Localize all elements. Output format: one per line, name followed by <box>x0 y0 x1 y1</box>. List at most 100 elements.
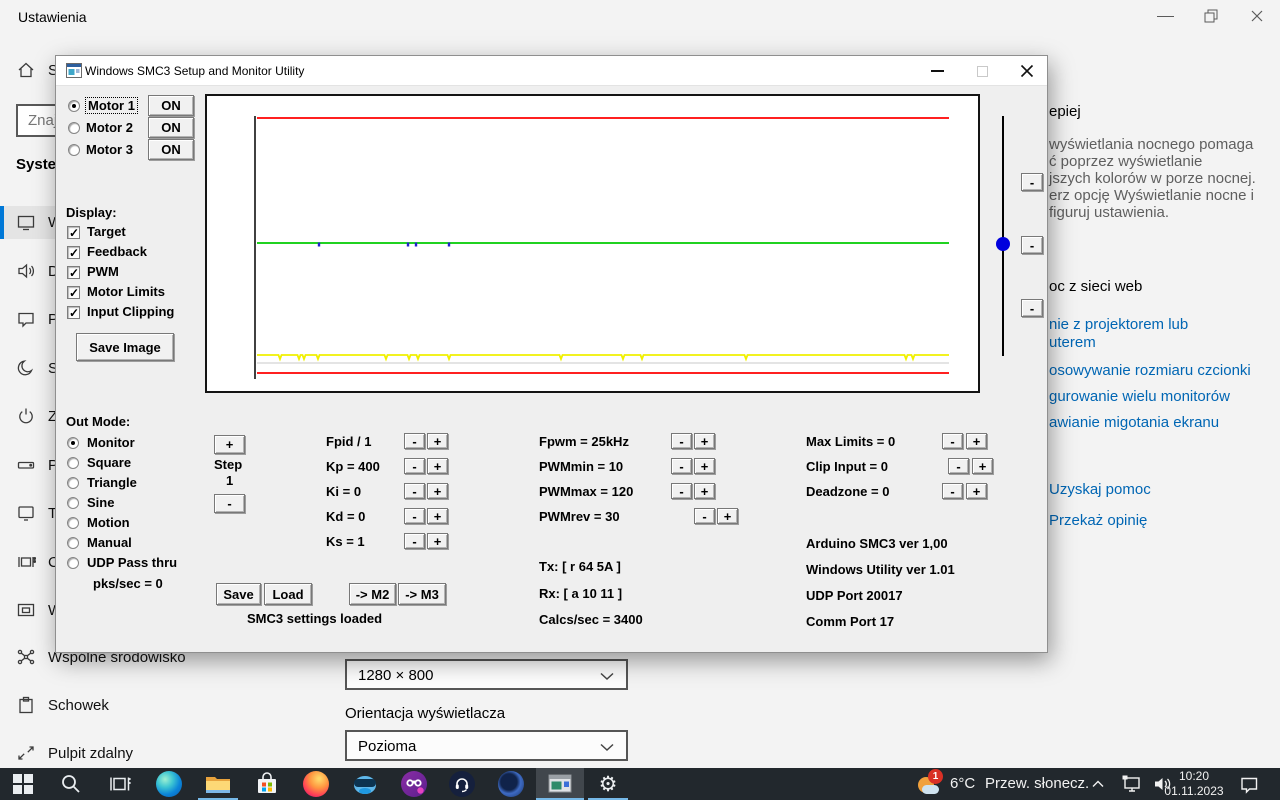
mode-square-radio[interactable] <box>67 457 79 469</box>
task-view-button[interactable] <box>100 768 140 800</box>
motor1-on-button[interactable]: ON <box>148 95 194 116</box>
pwmrev-plus-button[interactable]: + <box>717 508 738 524</box>
mode-sine-radio[interactable] <box>67 497 79 509</box>
taskbar-headset-app-button[interactable] <box>442 768 482 800</box>
smc3-titlebar[interactable]: Windows SMC3 Setup and Monitor Utility <box>56 56 1047 86</box>
orientation-value: Pozioma <box>358 738 416 755</box>
taskbar-store-button[interactable] <box>247 768 287 800</box>
max-limits-minus-button[interactable]: - <box>942 433 963 449</box>
help-link-fragment[interactable]: awianie migotania ekranu <box>1049 414 1219 431</box>
motor3-radio[interactable] <box>68 144 80 156</box>
weather-badge: 1 <box>928 769 943 784</box>
pwmmax-plus-button[interactable]: + <box>694 483 715 499</box>
max-limits-plus-button[interactable]: + <box>966 433 987 449</box>
tray-overflow-chevron[interactable] <box>1085 768 1111 800</box>
kd-plus-button[interactable]: + <box>427 508 448 524</box>
ki-minus-button[interactable]: - <box>404 483 425 499</box>
settings-minimize-button[interactable] <box>1142 0 1188 32</box>
taskbar-edge-button[interactable] <box>149 768 189 800</box>
target-checkbox[interactable] <box>67 226 80 239</box>
scale-minus-button-3[interactable]: - <box>1021 299 1043 317</box>
scale-minus-button-1[interactable]: - <box>1021 173 1043 191</box>
scale-minus-button-2[interactable]: - <box>1021 236 1043 254</box>
resolution-dropdown[interactable]: 1280 × 800 <box>345 659 628 690</box>
mode-monitor-label: Monitor <box>87 435 135 450</box>
orientation-dropdown[interactable]: Pozioma <box>345 730 628 761</box>
motor2-radio[interactable] <box>68 122 80 134</box>
pwmrev-minus-button[interactable]: - <box>694 508 715 524</box>
save-image-button[interactable]: Save Image <box>76 333 174 361</box>
help-link-fragment[interactable]: uterem <box>1049 334 1096 351</box>
fpid-plus-button[interactable]: + <box>427 433 448 449</box>
input-clipping-checkbox[interactable] <box>67 306 80 319</box>
pwm-checkbox[interactable] <box>67 266 80 279</box>
mode-motion-radio[interactable] <box>67 517 79 529</box>
orientation-label: Orientacja wyświetlacza <box>345 705 505 722</box>
taskbar-purple-app-button[interactable] <box>394 768 434 800</box>
motor1-radio[interactable] <box>68 100 80 112</box>
target-slider-track[interactable] <box>1002 116 1004 356</box>
ks-label: Ks = 1 <box>326 534 365 549</box>
feedback-checkbox[interactable] <box>67 246 80 259</box>
ki-plus-button[interactable]: + <box>427 483 448 499</box>
load-button[interactable]: Load <box>264 583 312 605</box>
kp-plus-button[interactable]: + <box>427 458 448 474</box>
taskbar-weather-button[interactable]: 1 <box>916 770 946 798</box>
speaker-icon <box>16 261 36 281</box>
settings-restore-button[interactable] <box>1188 0 1234 32</box>
deadzone-minus-button[interactable]: - <box>942 483 963 499</box>
start-button[interactable] <box>3 768 43 800</box>
kd-minus-button[interactable]: - <box>404 508 425 524</box>
smc3-maximize-button-disabled[interactable] <box>959 56 1005 86</box>
kp-minus-button[interactable]: - <box>404 458 425 474</box>
clip-input-minus-button[interactable]: - <box>948 458 969 474</box>
sidebar-item-clipboard[interactable]: Schowek <box>0 689 300 722</box>
step-minus-button[interactable]: - <box>214 494 245 513</box>
settings-close-button[interactable] <box>1234 0 1280 32</box>
save-button[interactable]: Save <box>216 583 261 605</box>
taskbar-search-button[interactable] <box>51 768 91 800</box>
clip-input-plus-button[interactable]: + <box>972 458 993 474</box>
target-slider-thumb[interactable] <box>996 237 1010 251</box>
taskbar-blue-ring-app-button[interactable] <box>491 768 531 800</box>
taskbar-clock[interactable]: 10:20 01.11.2023 <box>1164 769 1224 799</box>
weather-description[interactable]: Przew. słonecz. <box>985 775 1089 792</box>
pwmmin-minus-button[interactable]: - <box>671 458 692 474</box>
network-tray-icon-button[interactable] <box>1117 768 1147 800</box>
ks-minus-button[interactable]: - <box>404 533 425 549</box>
step-plus-button[interactable]: + <box>214 435 245 454</box>
help-link-fragment[interactable]: gurowanie wielu monitorów <box>1049 388 1230 405</box>
mode-manual-radio[interactable] <box>67 537 79 549</box>
action-center-button[interactable] <box>1232 768 1266 800</box>
taskbar-settings-button-active[interactable]: ⚙ <box>588 768 628 800</box>
display-heading: Display: <box>66 205 117 220</box>
motor3-on-button[interactable]: ON <box>148 139 194 160</box>
weather-temperature[interactable]: 6°C <box>950 775 975 792</box>
smc3-minimize-button[interactable] <box>914 56 960 86</box>
mode-udp-radio[interactable] <box>67 557 79 569</box>
fpwm-plus-button[interactable]: + <box>694 433 715 449</box>
taskbar-file-explorer-button[interactable] <box>198 768 238 800</box>
mode-monitor-radio[interactable] <box>67 437 79 449</box>
taskbar-mixed-reality-button[interactable] <box>345 768 385 800</box>
scope-plot <box>207 96 978 391</box>
help-link-fragment[interactable]: osowywanie rozmiaru czcionki <box>1049 362 1251 379</box>
pwmmax-minus-button[interactable]: - <box>671 483 692 499</box>
feedback-link[interactable]: Przekaż opinię <box>1049 512 1147 529</box>
pwmmin-plus-button[interactable]: + <box>694 458 715 474</box>
ks-plus-button[interactable]: + <box>427 533 448 549</box>
fpwm-minus-button[interactable]: - <box>671 433 692 449</box>
sidebar-item-remote-desktop[interactable]: Pulpit zdalny <box>0 737 300 770</box>
taskbar-firefox-button[interactable] <box>296 768 336 800</box>
motor-limits-checkbox[interactable] <box>67 286 80 299</box>
copy-to-m2-button[interactable]: -> M2 <box>349 583 396 605</box>
motor2-on-button[interactable]: ON <box>148 117 194 138</box>
copy-to-m3-button[interactable]: -> M3 <box>398 583 446 605</box>
fpid-minus-button[interactable]: - <box>404 433 425 449</box>
mode-triangle-radio[interactable] <box>67 477 79 489</box>
deadzone-plus-button[interactable]: + <box>966 483 987 499</box>
smc3-close-button[interactable] <box>1004 56 1050 86</box>
taskbar-smc3-button-active[interactable] <box>536 768 584 800</box>
help-link-fragment[interactable]: nie z projektorem lub <box>1049 316 1188 333</box>
get-help-link[interactable]: Uzyskaj pomoc <box>1049 481 1151 498</box>
